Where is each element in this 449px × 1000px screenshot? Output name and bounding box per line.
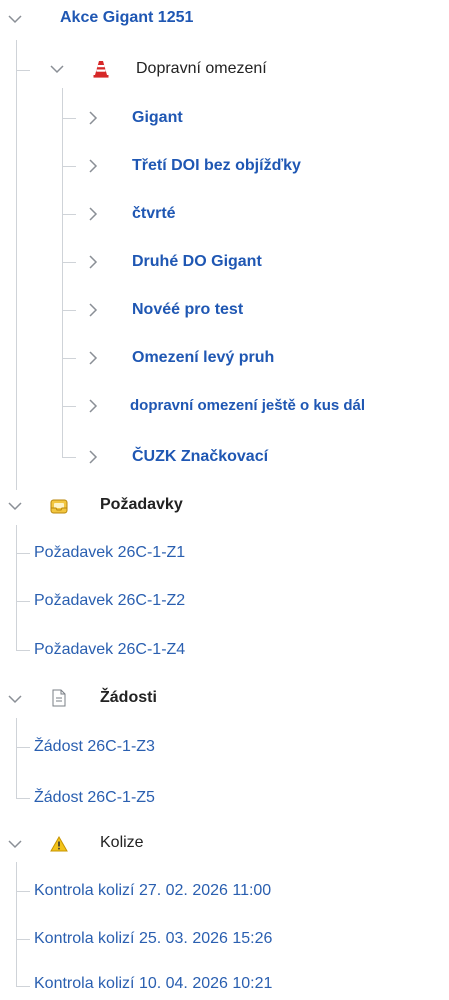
traffic-item-label[interactable]: Gigant [132,109,183,127]
collision-item-label[interactable]: Kontrola kolizí 27. 02. 2026 11:00 [34,882,271,900]
requirement-item-label[interactable]: Požadavek 26C-1-Z4 [34,641,185,659]
traffic-item-label[interactable]: čtvrté [132,205,176,223]
chevron-right-icon[interactable] [88,159,98,173]
tree-node-requirements[interactable]: Požadavky [0,486,449,526]
chevron-down-icon[interactable] [50,64,64,74]
tree-node-traffic-item[interactable]: Novéé pro test [0,290,449,330]
tree-node-requirement-item[interactable]: Požadavek 26C-1-Z2 [0,581,449,621]
tree-node-traffic-item[interactable]: čtvrté [0,194,449,234]
application-item-label[interactable]: Žádost 26C-1-Z3 [34,738,155,756]
chevron-right-icon[interactable] [88,450,98,464]
tree-node-collisions[interactable]: Kolize [0,824,449,864]
tree-node-root[interactable]: Akce Gigant 1251 [0,0,449,40]
tree-node-collision-item[interactable]: Kontrola kolizí 27. 02. 2026 11:00 [0,871,449,911]
chevron-down-icon[interactable] [8,694,22,704]
chevron-down-icon[interactable] [8,14,22,24]
tree-node-traffic-item[interactable]: Omezení levý pruh [0,338,449,378]
chevron-right-icon[interactable] [88,399,98,413]
requirements-group-label[interactable]: Požadavky [100,496,183,514]
chevron-right-icon[interactable] [88,303,98,317]
warning-triangle-icon [50,835,68,853]
root-label[interactable]: Akce Gigant 1251 [60,9,193,27]
tree-node-traffic[interactable]: Dopravní omezení [0,50,449,90]
tree-node-traffic-item[interactable]: Třetí DOI bez objížďky [0,146,449,186]
tree-node-application-item[interactable]: Žádost 26C-1-Z3 [0,727,449,767]
document-icon [50,689,68,707]
application-item-label[interactable]: Žádost 26C-1-Z5 [34,789,155,807]
chevron-down-icon[interactable] [8,501,22,511]
traffic-item-label[interactable]: ČUZK Značkovací [132,448,268,466]
requirement-item-label[interactable]: Požadavek 26C-1-Z2 [34,592,185,610]
chevron-right-icon[interactable] [88,255,98,269]
chevron-right-icon[interactable] [88,207,98,221]
applications-group-label[interactable]: Žádosti [100,689,157,707]
collision-item-label[interactable]: Kontrola kolizí 25. 03. 2026 15:26 [34,930,272,948]
traffic-item-label[interactable]: Třetí DOI bez objížďky [132,157,301,175]
traffic-item-label[interactable]: Druhé DO Gigant [132,253,262,271]
chevron-right-icon[interactable] [88,111,98,125]
tree-node-collision-item[interactable]: Kontrola kolizí 25. 03. 2026 15:26 [0,919,449,959]
traffic-group-label[interactable]: Dopravní omezení [136,60,267,78]
chevron-down-icon[interactable] [8,839,22,849]
inbox-tray-icon [50,497,68,515]
chevron-right-icon[interactable] [88,351,98,365]
tree-node-requirement-item[interactable]: Požadavek 26C-1-Z1 [0,533,449,573]
tree-node-traffic-item[interactable]: Druhé DO Gigant [0,242,449,282]
traffic-item-label[interactable]: dopravní omezení ještě o kus dál [130,397,365,414]
traffic-item-label[interactable]: Omezení levý pruh [132,349,274,367]
tree-node-application-item[interactable]: Žádost 26C-1-Z5 [0,778,449,818]
tree-node-traffic-item[interactable]: Gigant [0,98,449,138]
requirement-item-label[interactable]: Požadavek 26C-1-Z1 [34,544,185,562]
tree-node-applications[interactable]: Žádosti [0,679,449,719]
collisions-group-label[interactable]: Kolize [100,834,144,852]
collision-item-label[interactable]: Kontrola kolizí 10. 04. 2026 10:21 [34,975,272,993]
tree-node-traffic-item[interactable]: ČUZK Značkovací [0,437,449,477]
traffic-item-label[interactable]: Novéé pro test [132,301,243,319]
tree-view: Akce Gigant 1251 Dopravní omezení Gigant… [0,0,449,1000]
tree-node-requirement-item[interactable]: Požadavek 26C-1-Z4 [0,630,449,670]
tree-node-traffic-item[interactable]: dopravní omezení ještě o kus dál [0,386,449,426]
traffic-cone-icon [92,60,110,78]
tree-node-collision-item[interactable]: Kontrola kolizí 10. 04. 2026 10:21 [0,960,449,1000]
